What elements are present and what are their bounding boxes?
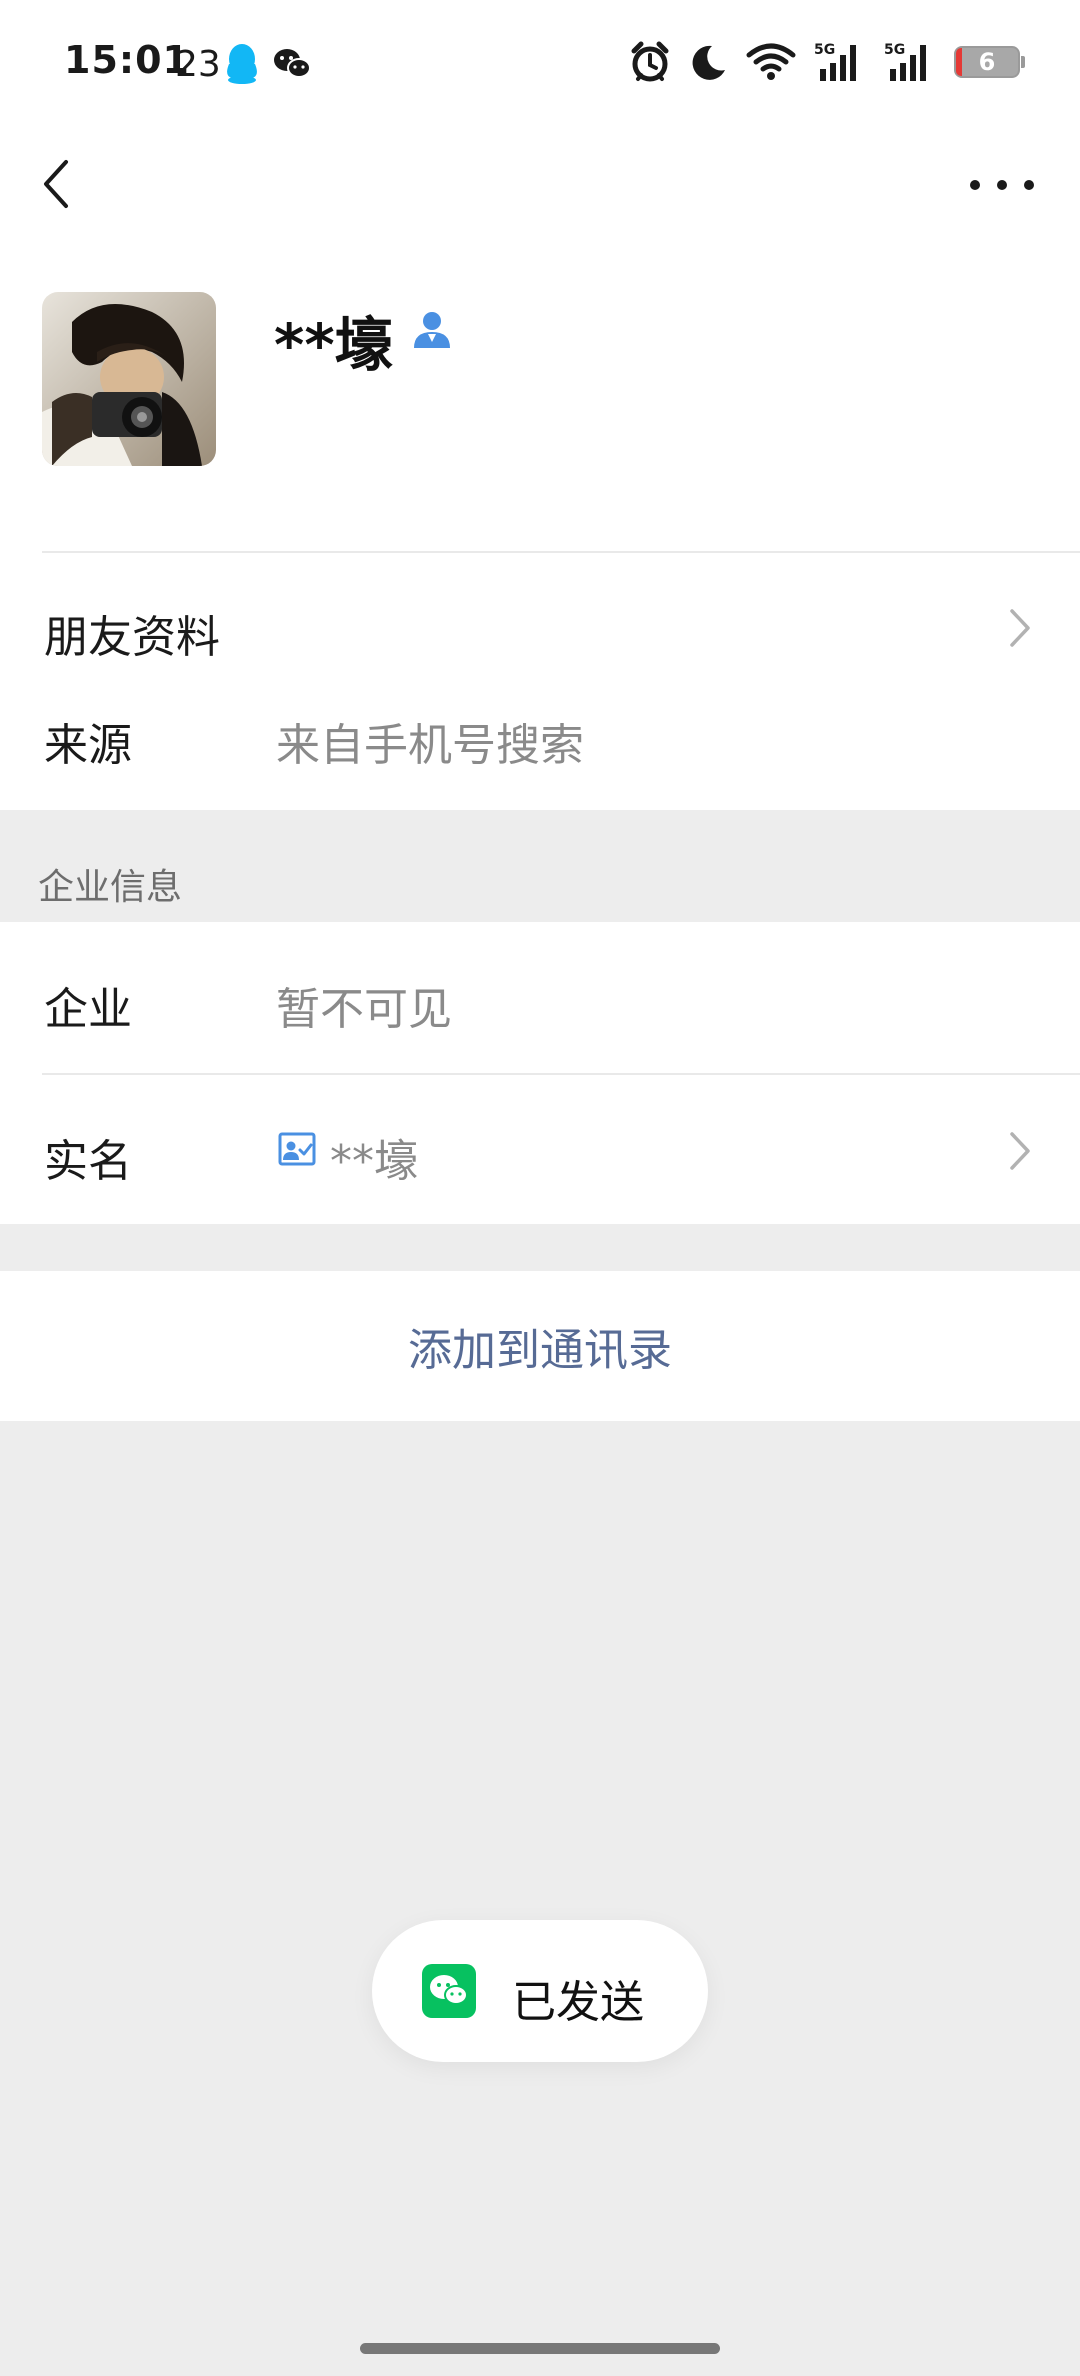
5g-signal-icon: 5G: [884, 42, 926, 81]
profile-name: **壕: [274, 311, 393, 379]
enterprise-section-title: 企业信息: [38, 867, 183, 908]
alarm-icon: [631, 41, 669, 82]
company-value: 暂不可见: [276, 984, 452, 1035]
battery-level: 6: [978, 48, 996, 76]
friend-info-label: 朋友资料: [44, 612, 220, 663]
wechat-app-icon: [422, 1964, 476, 2018]
header-divider: [42, 551, 1080, 553]
wechat-icon: [274, 49, 311, 78]
realname-label: 实名: [44, 1136, 132, 1187]
status-icons: 5G 5G 6: [630, 36, 1025, 88]
5g-signal-icon: 5G: [814, 42, 856, 81]
id-card-icon: [278, 1132, 316, 1166]
add-to-contacts-label: 添加到通讯录: [408, 1325, 672, 1376]
notification-count: 23: [175, 44, 221, 85]
svg-text:5G: 5G: [884, 42, 905, 58]
more-options-icon[interactable]: [970, 168, 1034, 202]
person-badge-icon: [414, 312, 450, 348]
realname-row[interactable]: [0, 1075, 1080, 1224]
chevron-right-icon: [1010, 1132, 1030, 1170]
home-indicator[interactable]: [360, 2343, 720, 2354]
back-arrow-icon[interactable]: [36, 156, 76, 212]
source-value: 来自手机号搜索: [276, 720, 584, 771]
status-time: 15:01: [64, 38, 190, 82]
source-label: 来源: [44, 720, 132, 771]
avatar[interactable]: [42, 292, 216, 466]
qq-icon: [227, 44, 257, 84]
wifi-icon: [746, 43, 796, 80]
moon-icon: [692, 45, 725, 80]
company-label: 企业: [44, 984, 132, 1035]
realname-value: **壕: [330, 1136, 418, 1187]
battery-icon: 6: [954, 46, 1025, 78]
chevron-right-icon: [1010, 609, 1030, 647]
svg-text:5G: 5G: [814, 42, 835, 58]
toast-message: 已发送: [512, 1977, 644, 2028]
